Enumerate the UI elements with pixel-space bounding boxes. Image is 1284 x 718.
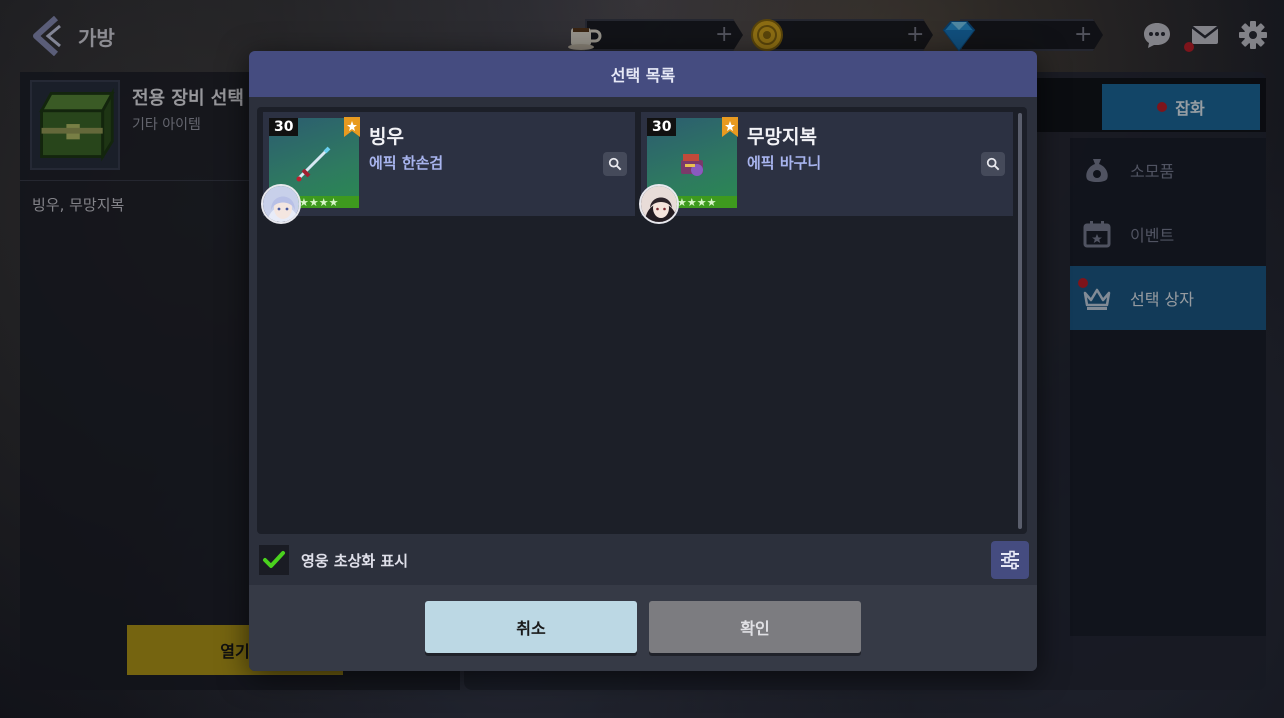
- hero-portrait-avatar: [261, 184, 301, 224]
- list-scrollbar[interactable]: [1018, 113, 1022, 529]
- modal-title: 선택 목록: [249, 51, 1037, 97]
- item-name: 빙우: [369, 126, 404, 148]
- search-icon: [986, 157, 1000, 171]
- inspect-button[interactable]: [981, 152, 1005, 176]
- confirm-button[interactable]: 확인: [649, 601, 861, 653]
- checkmark-icon: [263, 551, 285, 568]
- item-level: 30: [269, 118, 299, 136]
- item-level: 30: [647, 118, 677, 136]
- show-portrait-toggle[interactable]: 영웅 초상화 표시: [259, 545, 408, 575]
- item-grade-type: 에픽 한손검: [369, 154, 444, 172]
- item-thumbnail: 30 ★★★★: [261, 117, 360, 224]
- selection-list-modal: 선택 목록 30 ★★★★ 빙우 에픽 한손검 30 ★★★★ 무망지복 에픽 …: [249, 51, 1037, 671]
- item-thumbnail: 30 ★★★★: [639, 117, 738, 224]
- item-name: 무망지복: [747, 126, 817, 148]
- search-icon: [608, 157, 622, 171]
- filter-button[interactable]: [991, 541, 1029, 579]
- inspect-button[interactable]: [603, 152, 627, 176]
- show-portrait-checkbox[interactable]: [259, 545, 289, 575]
- item-grade-type: 에픽 바구니: [747, 154, 822, 172]
- item-list: 30 ★★★★ 빙우 에픽 한손검 30 ★★★★ 무망지복 에픽 바구니: [257, 107, 1027, 534]
- hero-portrait-avatar: [639, 184, 679, 224]
- show-portrait-label: 영웅 초상화 표시: [301, 551, 409, 570]
- list-item[interactable]: 30 ★★★★ 무망지복 에픽 바구니: [639, 112, 1013, 224]
- modal-footer: 취소 확인: [249, 585, 1037, 671]
- bookmark-icon: [722, 117, 738, 137]
- hero-portrait-icon: [263, 186, 299, 222]
- list-item[interactable]: 30 ★★★★ 빙우 에픽 한손검: [261, 112, 635, 224]
- bookmark-icon: [344, 117, 360, 137]
- sliders-icon: [1001, 550, 1019, 570]
- cancel-button[interactable]: 취소: [425, 601, 637, 653]
- hero-portrait-icon: [641, 186, 677, 222]
